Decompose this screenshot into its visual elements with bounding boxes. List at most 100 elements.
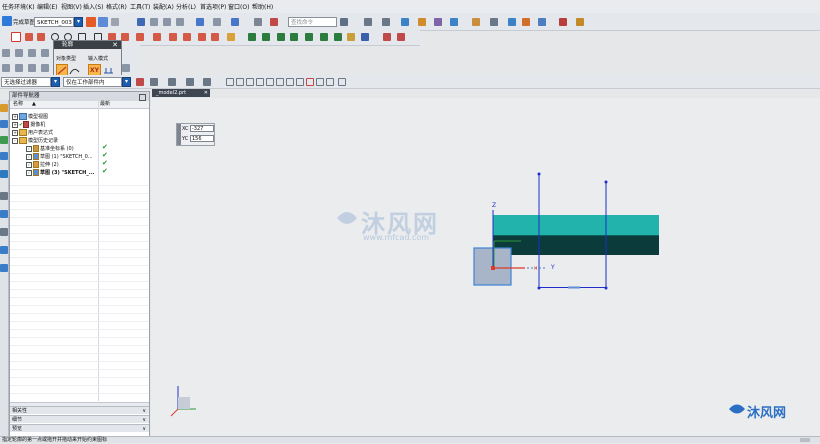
xc-input[interactable]: -327 [190,125,214,132]
relations-browser-icon[interactable] [397,33,405,41]
snap-intersection-icon[interactable] [256,78,264,86]
snap-control-icon[interactable] [246,78,254,86]
geometric-constraint-icon[interactable] [248,33,256,41]
sketch-name-dropdown[interactable]: ▾ [74,17,83,27]
snap-point-on-face-icon[interactable] [306,78,314,86]
render-style-icon[interactable] [401,18,409,26]
panel-details[interactable]: 细节 ∨ [10,415,149,423]
tree-row-extrude-2[interactable]: ✓ 拉伸 (2) [26,161,59,169]
window-icon[interactable] [254,18,262,26]
layer-icon[interactable] [418,18,426,26]
system-scene-icon[interactable] [0,264,8,272]
delete-curve-icon[interactable] [2,64,10,72]
quick-trim-icon[interactable] [183,33,191,41]
line-icon[interactable] [25,33,33,41]
checkbox-icon[interactable]: ✓ [26,153,32,160]
extrude-front-face[interactable] [493,236,659,255]
tree-row-model-views[interactable]: + 模型视图 [12,113,48,121]
infer-constraints-icon[interactable] [320,33,328,41]
close-icon[interactable]: ✕ [112,41,118,49]
menu-edit[interactable]: 编辑(E) [37,2,57,11]
menu-format[interactable]: 格式(R) [106,2,127,11]
command-finder-icon[interactable] [231,18,239,26]
column-name-header[interactable]: 名称 [13,101,23,108]
tree-row-model-history[interactable]: - 模型历史记录 [12,137,58,145]
sketch-name-select[interactable]: SKETCH_003 [34,17,74,27]
snap-endpoint-icon[interactable] [226,78,234,86]
profile-icon[interactable] [11,32,21,42]
mirror-curve-icon[interactable] [169,33,177,41]
sketch-point[interactable] [604,180,608,184]
reattach-icon[interactable] [98,17,108,27]
sketch-point[interactable] [537,286,541,290]
trim-recipe-icon[interactable] [28,64,36,72]
fit-view-icon[interactable] [364,18,372,26]
tree-row-datum-csys[interactable]: ✓ 基准坐标系 (0) [26,145,74,153]
snap-midpoint-icon[interactable] [236,78,244,86]
menu-tools[interactable]: 工具(T) [130,2,150,11]
process-studio-icon[interactable] [0,228,8,236]
menu-assembly[interactable]: 装配(A) [153,2,174,11]
sketch-options-icon[interactable] [559,18,567,26]
snap-tangent-icon[interactable] [316,78,324,86]
collapse-icon[interactable]: - [12,137,18,144]
menu-help[interactable]: 帮助(H) [252,2,273,11]
move-curve-icon[interactable] [15,49,23,57]
close-tab-icon[interactable]: ✕ [204,89,208,97]
checkbox-icon[interactable]: ✓ [26,145,32,152]
maximize-icon[interactable] [139,94,146,101]
roles-icon[interactable] [0,246,8,254]
update-model-icon[interactable] [111,18,119,26]
alternate-solution-icon[interactable] [305,33,313,41]
tree-row-user-expressions[interactable]: + 用户表达式 [12,129,53,137]
search-icon[interactable] [340,18,348,26]
view-orientation-icon[interactable] [450,18,458,26]
panel-dependencies[interactable]: 相关性 ∨ [10,406,149,414]
graphics-window[interactable]: × Z Y 沐风网 www.mfcad.com 沐风网 [151,98,820,436]
yc-input[interactable]: 156 [190,135,214,142]
wcs-icon[interactable] [472,18,480,26]
snap-on-curve-icon[interactable] [296,78,304,86]
finish-sketch-label[interactable]: 完成草图 [13,18,35,26]
tree-row-cameras[interactable]: + ✔ 摄像机 [12,121,45,129]
menu-view[interactable]: 视图(V) [61,2,82,11]
column-latest-header[interactable]: 最新 [100,101,110,108]
zoom-icon[interactable] [382,18,390,26]
arc-icon[interactable] [37,33,45,41]
undo-icon[interactable] [196,18,204,26]
snap-arc-center-icon[interactable] [266,78,274,86]
expand-icon[interactable]: + [12,113,18,120]
expand-icon[interactable]: + [12,121,18,128]
update-icon[interactable] [383,33,391,41]
select-all-icon[interactable] [150,78,158,86]
history-icon[interactable] [0,192,8,200]
file-tab[interactable]: _model2.prt ✕ [152,89,210,97]
orient-view-icon[interactable] [86,17,96,27]
repeat-icon[interactable] [213,18,221,26]
touch-mode-icon[interactable] [270,18,278,26]
dimension-icon[interactable] [576,18,584,26]
menu-task-environment[interactable]: 任务环境(K) [2,2,35,11]
convert-reference-icon[interactable] [290,33,298,41]
panel-preview[interactable]: 预览 ∨ [10,424,149,432]
show-constraints-icon[interactable] [262,33,270,41]
snap-existing-point-icon[interactable] [286,78,294,86]
copy-icon[interactable] [163,18,171,26]
resize-curve-icon[interactable] [41,49,49,57]
pattern-curve-icon[interactable] [153,33,161,41]
rapid-dimension-icon[interactable] [227,33,235,41]
system-materials-icon[interactable] [0,210,8,218]
snap-perpendicular-icon[interactable] [326,78,334,86]
expand-icon[interactable]: + [12,129,18,136]
checkbox-icon[interactable]: ✓ [26,169,32,176]
cut-icon[interactable] [150,18,158,26]
transform-icon[interactable] [2,49,10,57]
offset-curve-icon[interactable] [136,33,144,41]
make-corner-icon[interactable] [211,33,219,41]
paste-icon[interactable] [176,18,184,26]
delayed-evaluation-icon[interactable] [347,33,355,41]
type-filter-select[interactable]: 无选择过滤器 [1,77,51,87]
quick-pick-icon[interactable] [203,78,211,86]
measure-icon[interactable] [522,18,530,26]
scale-curve-icon[interactable] [15,64,23,72]
